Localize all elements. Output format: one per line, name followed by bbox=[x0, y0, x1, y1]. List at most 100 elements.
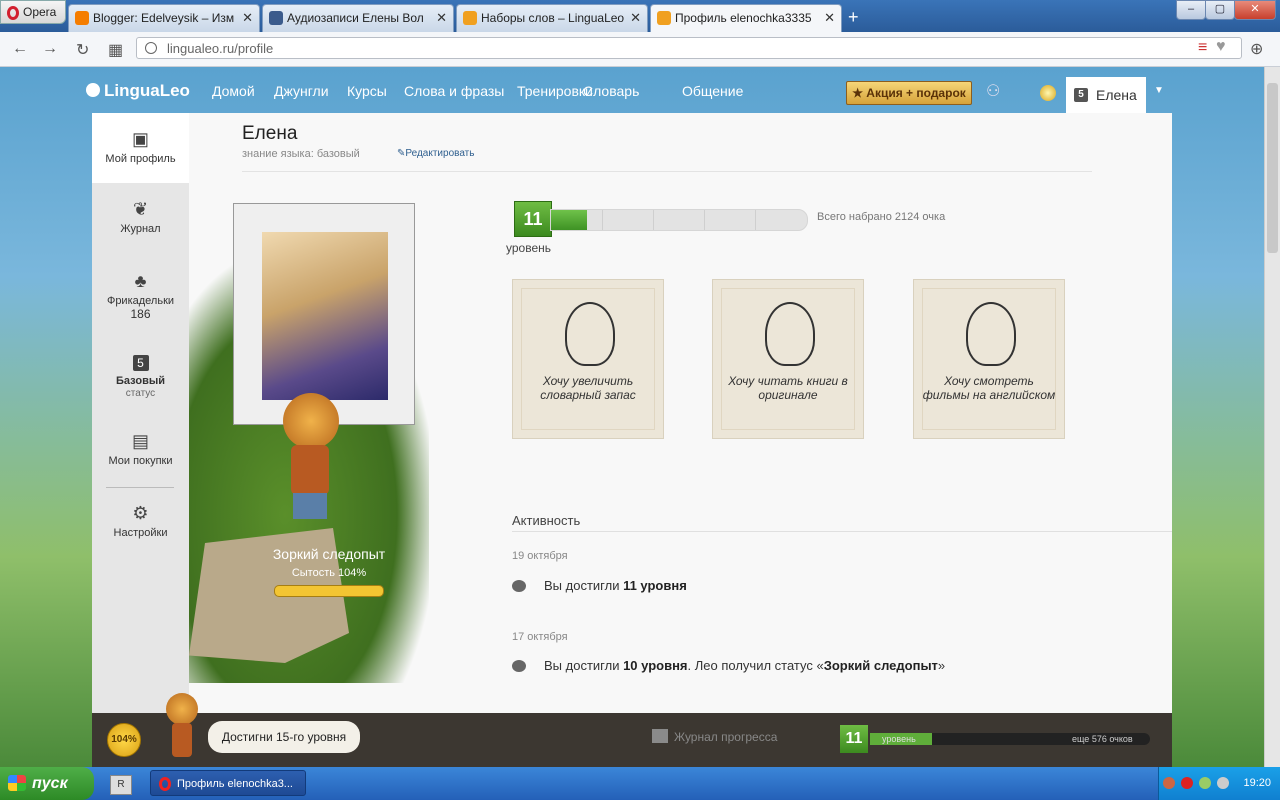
new-tab-button[interactable]: + bbox=[848, 8, 859, 26]
leo-head bbox=[166, 693, 198, 725]
vk-icon bbox=[269, 11, 283, 25]
close-icon[interactable]: ✕ bbox=[630, 5, 641, 31]
back-icon[interactable]: ← bbox=[12, 40, 28, 58]
nav-words[interactable]: Слова и фразы bbox=[404, 83, 504, 99]
site-logo[interactable]: LinguaLeo bbox=[86, 81, 190, 101]
close-icon[interactable]: ✕ bbox=[242, 5, 253, 31]
network-icon[interactable] bbox=[1199, 777, 1211, 789]
level-progress-track bbox=[550, 209, 808, 231]
antivirus-icon[interactable] bbox=[1181, 777, 1193, 789]
close-icon[interactable]: ✕ bbox=[436, 5, 447, 31]
goal-card-movies[interactable]: Хочу смотреть фильмы на английском bbox=[913, 279, 1065, 439]
entry-text: . Лео получил статус « bbox=[687, 658, 824, 673]
activity-divider bbox=[512, 531, 1172, 532]
globe-icon bbox=[145, 42, 157, 54]
sidebar-item-journal[interactable]: ❦ Журнал bbox=[92, 199, 189, 235]
bottom-level-word: уровень bbox=[882, 734, 916, 744]
bottom-level-badge: 11 bbox=[840, 725, 868, 753]
download-icon[interactable]: ⊕ bbox=[1250, 39, 1263, 59]
volume-icon[interactable] bbox=[1217, 777, 1229, 789]
opera-label: Opera bbox=[23, 5, 57, 19]
tray-arrow-icon[interactable] bbox=[1163, 777, 1175, 789]
nav-home[interactable]: Домой bbox=[212, 83, 255, 99]
nav-trainings[interactable]: Тренировки bbox=[517, 83, 593, 99]
quicklaunch-icon[interactable]: R bbox=[110, 775, 132, 795]
progress-segment bbox=[602, 210, 603, 230]
nav-community[interactable]: Общение bbox=[682, 83, 743, 99]
leo-head bbox=[283, 393, 339, 449]
goal-text: Хочу смотреть фильмы на английском bbox=[922, 374, 1056, 402]
lion-reading-icon bbox=[966, 302, 1016, 366]
leo-body bbox=[291, 445, 329, 495]
knowledge-level: знание языка: базовый bbox=[242, 148, 360, 160]
leo-legs bbox=[293, 493, 327, 519]
leo-mascot[interactable] bbox=[277, 393, 343, 523]
leo-face-icon bbox=[512, 660, 526, 672]
satiety-circle[interactable]: 104% bbox=[107, 723, 141, 757]
lingualeo-paw-icon bbox=[657, 11, 671, 25]
promo-button[interactable]: ★ Акция + подарок bbox=[846, 81, 972, 105]
page-scrollbar[interactable] bbox=[1264, 67, 1280, 767]
tab-profile[interactable]: Профиль elenochka3335 ✕ bbox=[650, 4, 842, 32]
logo-text: LinguaLeo bbox=[104, 81, 190, 100]
nav-dictionary[interactable]: Словарь bbox=[583, 83, 639, 99]
start-button[interactable]: пуск bbox=[0, 767, 94, 800]
reload-icon[interactable]: ↻ bbox=[76, 40, 89, 60]
speed-dial-icon[interactable]: ▦ bbox=[108, 40, 123, 60]
lion-juggling-icon bbox=[565, 302, 615, 366]
tab-title: Профиль elenochka3335 bbox=[675, 11, 812, 25]
opera-menu-button[interactable]: Opera bbox=[0, 0, 66, 24]
tab-title: Blogger: Edelveysik – Изм bbox=[93, 11, 235, 25]
edit-profile-link[interactable]: ✎Редактировать bbox=[397, 148, 474, 159]
minimize-button[interactable]: – bbox=[1176, 0, 1206, 20]
sidebar-item-status[interactable]: 5 Базовый статус bbox=[92, 355, 189, 399]
window-close-button[interactable]: ✕ bbox=[1234, 0, 1276, 20]
sidebar-item-profile[interactable]: ▣ Мой профиль bbox=[92, 113, 189, 183]
close-icon[interactable]: ✕ bbox=[824, 5, 835, 31]
sidebar-item-label: Настройки bbox=[113, 527, 168, 539]
tab-blogger[interactable]: Blogger: Edelveysik – Изм ✕ bbox=[68, 4, 260, 32]
tab-audio[interactable]: Аудиозаписи Елены Вол ✕ bbox=[262, 4, 454, 32]
system-tray: 19:20 bbox=[1158, 767, 1280, 800]
forward-icon[interactable]: → bbox=[42, 40, 58, 58]
profile-photo[interactable] bbox=[262, 232, 388, 400]
profile-name: Елена bbox=[242, 123, 298, 144]
mini-leo-mascot[interactable] bbox=[162, 693, 202, 763]
progress-segment bbox=[755, 210, 756, 230]
sidebar-item-meatballs[interactable]: ♣ Фрикадельки 186 bbox=[92, 271, 189, 321]
meatballs-count: 186 bbox=[130, 307, 151, 321]
tab-title: Аудиозаписи Елены Вол bbox=[287, 11, 424, 25]
sidebar-item-settings[interactable]: ⚙ Настройки bbox=[92, 503, 189, 539]
url-text: lingualeo.ru/profile bbox=[167, 41, 274, 56]
sidebar-item-purchases[interactable]: ▤ Мои покупки bbox=[92, 431, 189, 467]
bottom-status-bar: 104% Достигни 15-го уровня Журнал прогре… bbox=[92, 693, 1172, 767]
goal-text: Хочу читать книги в оригинале bbox=[728, 374, 848, 402]
scrollbar-thumb[interactable] bbox=[1267, 83, 1278, 253]
activity-entry: Вы достигли 10 уровня. Лео получил стату… bbox=[544, 658, 945, 673]
heart-icon[interactable]: ♥ bbox=[1216, 38, 1226, 56]
tab-word-sets[interactable]: Наборы слов – LinguaLeo ✕ bbox=[456, 4, 648, 32]
taskbar-item-opera[interactable]: Профиль elenochka3... bbox=[150, 770, 306, 796]
opera-logo-icon bbox=[159, 777, 171, 791]
taskbar-item-label: Профиль elenochka3... bbox=[177, 778, 293, 790]
progress-journal-link[interactable]: Журнал прогресса bbox=[652, 729, 777, 744]
goal-text: Хочу увеличить словарный запас bbox=[540, 374, 636, 402]
meatball-coin-icon[interactable] bbox=[1040, 85, 1056, 101]
nav-courses[interactable]: Курсы bbox=[347, 83, 387, 99]
leaf-icon: ❦ bbox=[132, 199, 149, 219]
address-input[interactable]: lingualeo.ru/profile bbox=[136, 37, 1242, 59]
friends-icon[interactable]: ⚇ bbox=[986, 81, 1000, 101]
user-menu[interactable]: 5 Елена bbox=[1066, 77, 1146, 113]
nav-jungle[interactable]: Джунгли bbox=[274, 83, 329, 99]
photo-frame bbox=[233, 203, 415, 425]
goal-card-books[interactable]: Хочу читать книги в оригинале bbox=[712, 279, 864, 439]
status-badge-icon: 5 bbox=[132, 355, 149, 371]
stash-icon[interactable]: ≡ bbox=[1198, 39, 1207, 57]
maximize-button[interactable]: ▢ bbox=[1205, 0, 1235, 20]
edit-label: Редактировать bbox=[405, 148, 475, 159]
site-header: LinguaLeo Домой Джунгли Курсы Слова и фр… bbox=[0, 67, 1264, 113]
goal-card-vocabulary[interactable]: Хочу увеличить словарный запас bbox=[512, 279, 664, 439]
meatballs-icon: ♣ bbox=[134, 271, 147, 291]
progress-segment bbox=[704, 210, 705, 230]
chevron-down-icon[interactable]: ▼ bbox=[1154, 85, 1164, 96]
